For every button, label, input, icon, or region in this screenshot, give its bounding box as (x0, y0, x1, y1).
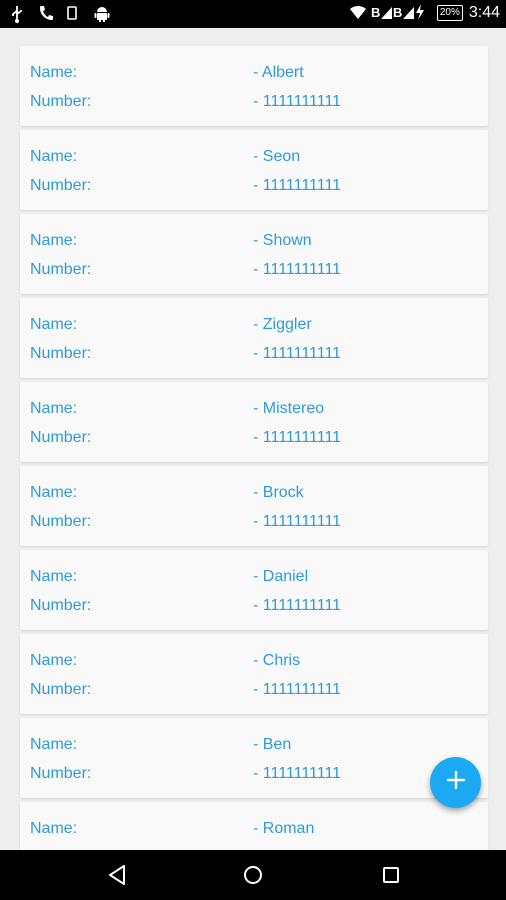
contact-name: - Ben (253, 736, 292, 753)
name-label: Name: (30, 652, 78, 669)
name-label: Name: (30, 232, 78, 249)
svg-text:B: B (393, 5, 402, 20)
number-label: Number: (30, 765, 92, 782)
contact-name: - Seon (253, 148, 301, 165)
contact-name: - Ziggler (253, 316, 312, 333)
contact-name: - Brock (253, 484, 304, 501)
name-label: Name: (30, 484, 78, 501)
contact-name: - Chris (253, 652, 301, 669)
name-label: Name: (30, 64, 78, 81)
svg-text:B: B (371, 5, 380, 20)
sim2-signal-icon: B (393, 4, 414, 22)
contact-number: - 1111111111 (253, 93, 342, 110)
contact-number: - 1111111111 (253, 261, 342, 278)
battery-level: 20% (436, 5, 463, 21)
contact-card[interactable]: Name: - Ziggler Number: - 1111111111 (20, 298, 488, 378)
contact-card[interactable]: Name: - Chris Number: - 1111111111 (20, 634, 488, 714)
contact-number: - 1111111111 (253, 345, 342, 362)
clock: 3:44 (468, 4, 500, 21)
number-label: Number: (30, 513, 92, 530)
number-label: Number: (30, 177, 92, 194)
back-icon[interactable] (105, 863, 129, 887)
contact-number: - 1111111111 (253, 513, 342, 530)
contact-number: - 1111111111 (253, 765, 342, 782)
sim1-signal-icon: B (371, 4, 392, 22)
number-label: Number: (30, 261, 92, 278)
home-icon[interactable] (241, 863, 265, 887)
status-bar: B B 20% 3:44 (0, 0, 506, 28)
plus-icon (445, 769, 467, 796)
sim-icon (66, 5, 82, 23)
contact-number: - 1111111111 (253, 681, 342, 698)
contact-name: - Daniel (253, 568, 309, 585)
usb-icon (10, 5, 26, 23)
contact-number: - 1111111111 (253, 429, 342, 446)
contact-card[interactable]: Name: - Albert Number: - 1111111111 (20, 46, 488, 126)
contact-card[interactable]: Name: - Roman (20, 802, 488, 850)
wifi-icon (349, 4, 366, 22)
contact-number: - 1111111111 (253, 177, 342, 194)
name-label: Name: (30, 316, 78, 333)
name-label: Name: (30, 148, 78, 165)
name-label: Name: (30, 568, 78, 585)
charging-icon (415, 4, 431, 22)
contact-card[interactable]: Name: - Seon Number: - 1111111111 (20, 130, 488, 210)
name-label: Name: (30, 400, 78, 417)
contact-card[interactable]: Name: - Daniel Number: - 1111111111 (20, 550, 488, 630)
number-label: Number: (30, 681, 92, 698)
android-icon (94, 5, 110, 23)
contact-name: - Roman (253, 820, 315, 837)
contact-name: - Albert (253, 64, 304, 81)
contact-number: - 1111111111 (253, 597, 342, 614)
contact-list[interactable]: Name: - Albert Number: - 1111111111 Name: -… (0, 28, 506, 850)
name-label: Name: (30, 736, 78, 753)
name-label: Name: (30, 820, 78, 837)
contact-card[interactable]: Name: - Mistereo Number: - 1111111111 (20, 382, 488, 462)
contact-name: - Shown (253, 232, 312, 249)
number-label: Number: (30, 597, 92, 614)
contact-card[interactable]: Name: - Shown Number: - 1111111111 (20, 214, 488, 294)
contact-name: - Mistereo (253, 400, 325, 417)
number-label: Number: (30, 93, 92, 110)
add-contact-button[interactable] (430, 757, 481, 808)
recents-icon[interactable] (379, 863, 403, 887)
contact-card[interactable]: Name: - Ben Number: - 1111111111 (20, 718, 488, 798)
phone-icon (38, 5, 54, 23)
navigation-bar (0, 850, 506, 900)
number-label: Number: (30, 345, 92, 362)
number-label: Number: (30, 429, 92, 446)
contact-card[interactable]: Name: - Brock Number: - 1111111111 (20, 466, 488, 546)
